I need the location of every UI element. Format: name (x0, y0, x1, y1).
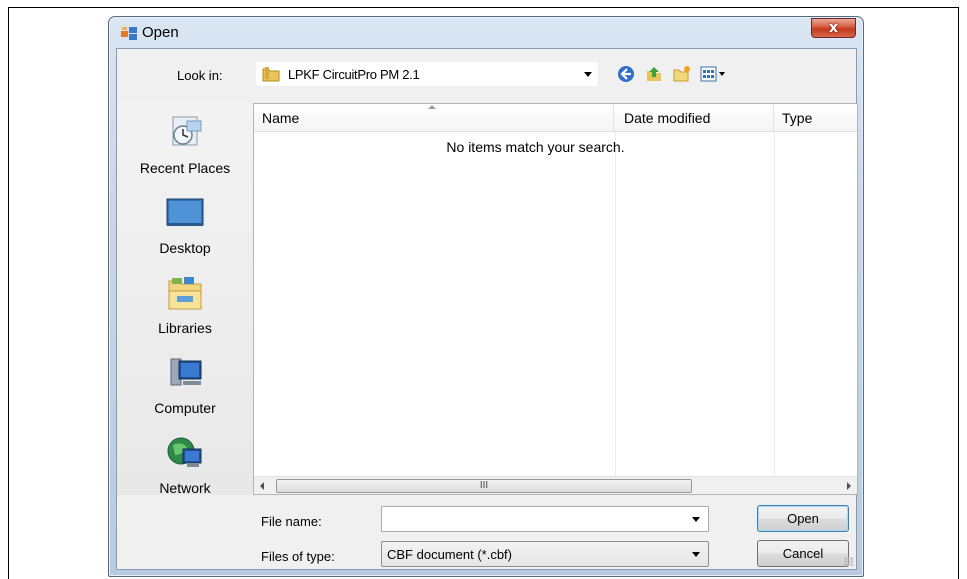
close-button[interactable]: x (811, 18, 856, 38)
new-folder-button[interactable] (671, 63, 693, 85)
back-button[interactable] (615, 63, 637, 85)
place-desktop[interactable]: Desktop (117, 193, 253, 256)
column-divider (774, 132, 775, 476)
file-name-label: File name: (261, 514, 322, 529)
view-menu-button[interactable] (699, 63, 729, 85)
place-label: Computer (154, 400, 216, 416)
scroll-left-icon[interactable] (260, 482, 264, 490)
chevron-down-icon[interactable] (692, 517, 700, 522)
chevron-down-icon (692, 552, 700, 557)
dialog-app-icon (121, 27, 137, 40)
place-label: Network (159, 480, 211, 496)
place-network[interactable]: Network (117, 433, 253, 496)
folder-icon (262, 67, 280, 82)
up-folder-icon (647, 67, 661, 81)
look-in-label: Look in: (177, 68, 223, 83)
dialog-title: Open (142, 24, 179, 41)
file-name-combobox[interactable] (381, 506, 709, 532)
computer-icon (170, 358, 202, 386)
sort-ascending-icon (428, 105, 436, 109)
up-one-level-button[interactable] (643, 63, 665, 85)
look-in-combobox[interactable]: LPKF CircuitPro PM 2.1 (255, 61, 599, 87)
new-folder-icon (673, 66, 690, 82)
navigation-toolbar (615, 63, 729, 85)
scroll-grip-icon: III (479, 480, 489, 491)
look-in-value: LPKF CircuitPro PM 2.1 (288, 66, 420, 82)
place-recent-places[interactable]: Recent Places (117, 113, 253, 176)
back-icon (618, 66, 634, 82)
recent-places-icon (172, 116, 202, 146)
place-libraries[interactable]: Libraries (117, 273, 253, 336)
files-of-type-select[interactable]: CBF document (*.cbf) (381, 541, 709, 567)
column-header-row: Name Date modified Type (254, 104, 857, 132)
desktop-icon (166, 198, 204, 226)
chevron-down-icon (584, 72, 592, 77)
place-label: Desktop (159, 240, 211, 256)
files-of-type-label: Files of type: (261, 549, 335, 564)
title-bar[interactable]: Open x (109, 17, 863, 49)
open-button[interactable]: Open (757, 505, 849, 532)
column-header-date-modified[interactable]: Date modified (616, 104, 774, 132)
libraries-icon (168, 277, 202, 310)
view-menu-icon (700, 66, 725, 82)
column-header-type[interactable]: Type (774, 104, 859, 132)
horizontal-scrollbar[interactable]: III (254, 476, 857, 494)
close-icon: x (828, 20, 839, 36)
places-bar: Recent Places Desktop Libraries Computer… (117, 103, 253, 496)
place-computer[interactable]: Computer (117, 353, 253, 416)
open-dialog: Open x Look in: LPKF CircuitPro PM 2.1 R… (108, 16, 864, 577)
column-header-name[interactable]: Name (254, 104, 614, 132)
dialog-client-area: Look in: LPKF CircuitPro PM 2.1 Recent P… (116, 48, 858, 570)
scroll-right-icon[interactable] (847, 482, 851, 490)
network-icon (167, 437, 202, 467)
scrollbar-thumb[interactable]: III (276, 479, 692, 493)
file-list-view[interactable]: Name Date modified Type No items match y… (253, 103, 858, 495)
cancel-button[interactable]: Cancel (757, 540, 849, 567)
place-label: Libraries (158, 320, 212, 336)
empty-list-message: No items match your search. (446, 139, 625, 155)
place-label: Recent Places (139, 160, 231, 176)
resize-grip-icon[interactable] (844, 557, 854, 567)
files-of-type-value: CBF document (*.cbf) (387, 547, 512, 562)
column-divider (615, 132, 616, 476)
